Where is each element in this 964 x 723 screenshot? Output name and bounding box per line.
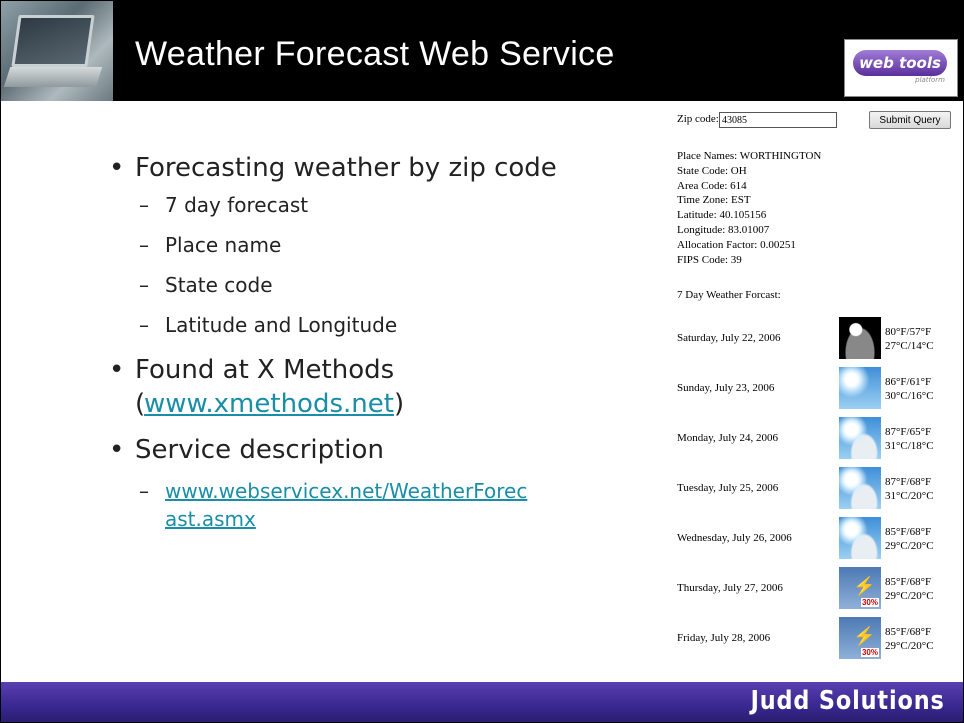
- sub-bullet: – Latitude and Longitude: [139, 313, 398, 337]
- sub-bullet-text: State code: [165, 273, 273, 297]
- forecast-day: Wednesday, July 26, 2006 85°F/68°F 29°C/2…: [677, 515, 959, 565]
- temp-c: 31°C/20°C: [885, 490, 934, 502]
- night-clear-icon: [839, 317, 881, 359]
- forecast-temps: 85°F/68°F 29°C/20°C: [885, 575, 934, 603]
- bullet-xmethods: Found at X Methods: [109, 353, 689, 387]
- close-paren: ): [393, 389, 405, 419]
- slide: Weather Forecast Web Service web tools p…: [0, 0, 964, 723]
- temp-c: 29°C/20°C: [885, 540, 934, 552]
- info-line: Longitude: 83.01007: [677, 223, 770, 236]
- logo-text: web tools: [853, 50, 947, 76]
- logo-subtext: platform: [915, 76, 945, 84]
- partly-cloudy-icon: [839, 417, 881, 459]
- slide-title: Weather Forecast Web Service: [135, 35, 615, 73]
- xmethods-link[interactable]: www.xmethods.net: [144, 389, 394, 419]
- forecast-temps: 87°F/68°F 31°C/20°C: [885, 475, 934, 503]
- forecast-date: Thursday, July 27, 2006: [677, 582, 783, 594]
- temp-c: 29°C/20°C: [885, 640, 934, 652]
- info-line: Area Code: 614: [677, 179, 747, 192]
- forecast-day: Friday, July 28, 2006 ⚡ 30% 85°F/68°F 29°C…: [677, 615, 959, 665]
- bullet-list: Forecasting weather by zip code –7 day f…: [109, 151, 689, 545]
- forecast-temps: 85°F/68°F 29°C/20°C: [885, 625, 934, 653]
- sub-bullet: –7 day forecast: [139, 193, 309, 217]
- temp-f: 87°F/68°F: [885, 476, 932, 488]
- info-line: FIPS Code: 39: [677, 253, 742, 266]
- partly-cloudy-icon: [839, 517, 881, 559]
- forecast-temps: 85°F/68°F 29°C/20°C: [885, 525, 934, 553]
- sub-bullet: – State code: [139, 273, 273, 297]
- bullet-service-description: Service description: [109, 433, 689, 467]
- open-paren: (: [135, 389, 146, 419]
- judd-solutions-logo: Judd Solutions: [750, 686, 945, 716]
- link-line-1[interactable]: www.webservicex.net/WeatherForec: [165, 479, 527, 503]
- info-line: State Code: OH: [677, 164, 747, 177]
- temp-f: 87°F/65°F: [885, 426, 932, 438]
- service-description-link[interactable]: www.webservicex.net/WeatherForec ast.asmx: [165, 479, 527, 531]
- forecast-date: Sunday, July 23, 2006: [677, 382, 775, 394]
- forecast-heading: 7 Day Weather Forcast:: [677, 289, 781, 301]
- sub-bullet: – Place name: [139, 233, 282, 257]
- forecast-date: Wednesday, July 26, 2006: [677, 532, 792, 544]
- forecast-temps: 87°F/65°F 31°C/18°C: [885, 425, 934, 453]
- temp-f: 86°F/61°F: [885, 376, 932, 388]
- temp-f: 80°F/57°F: [885, 326, 932, 338]
- laptop-image: [1, 1, 113, 101]
- forecast-day: Saturday, July 22, 2006 80°F/57°F 27°C/14…: [677, 315, 959, 365]
- forecast-date: Saturday, July 22, 2006: [677, 332, 781, 344]
- precip-percent: 30%: [860, 598, 879, 607]
- forecast-list: Saturday, July 22, 2006 80°F/57°F 27°C/14…: [677, 315, 959, 665]
- forecast-temps: 80°F/57°F 27°C/14°C: [885, 325, 934, 353]
- bullet-text: Found at X Methods: [135, 355, 395, 385]
- info-line: Latitude: 40.105156: [677, 209, 767, 222]
- place-info: Place Names: WORTHINGTON State Code: OH …: [677, 149, 821, 267]
- bullet-forecasting: Forecasting weather by zip code: [109, 151, 689, 185]
- temp-c: 30°C/16°C: [885, 390, 934, 402]
- forecast-day: Monday, July 24, 2006 87°F/65°F 31°C/18°C: [677, 415, 959, 465]
- forecast-day: Tuesday, July 25, 2006 87°F/68°F 31°C/20°…: [677, 465, 959, 515]
- zip-label: Zip code:: [677, 113, 719, 125]
- info-line: Place Names: WORTHINGTON: [677, 150, 822, 162]
- thunderstorm-icon: ⚡ 30%: [839, 567, 881, 609]
- temp-c: 27°C/14°C: [885, 340, 934, 352]
- bullet-xmethods-link-line: ( www.xmethods.net): [109, 387, 689, 421]
- sunny-icon: [839, 367, 881, 409]
- temp-c: 29°C/20°C: [885, 590, 934, 602]
- temp-f: 85°F/68°F: [885, 576, 932, 588]
- thunderstorm-icon: ⚡ 30%: [839, 617, 881, 659]
- temp-c: 31°C/18°C: [885, 440, 934, 452]
- forecast-date: Tuesday, July 25, 2006: [677, 482, 779, 494]
- forecast-day: Sunday, July 23, 2006 86°F/61°F 30°C/16°C: [677, 365, 959, 415]
- partly-cloudy-icon: [839, 467, 881, 509]
- info-line: Time Zone: EST: [677, 194, 751, 207]
- forecast-day: Thursday, July 27, 2006 ⚡ 30% 85°F/68°F 29…: [677, 565, 959, 615]
- forecast-date: Friday, July 28, 2006: [677, 632, 771, 644]
- link-line-2[interactable]: ast.asmx: [165, 507, 256, 531]
- temp-f: 85°F/68°F: [885, 526, 932, 538]
- sub-bullet-text: 7 day forecast: [165, 193, 309, 217]
- sub-bullet-text: Latitude and Longitude: [165, 313, 398, 337]
- forecast-date: Monday, July 24, 2006: [677, 432, 779, 444]
- temp-f: 85°F/68°F: [885, 626, 932, 638]
- sub-bullet-text: Place name: [165, 233, 282, 257]
- zip-input[interactable]: [719, 112, 837, 128]
- precip-percent: 30%: [860, 648, 879, 657]
- web-service-page: Zip code: Submit Query Place Names: WORT…: [669, 109, 959, 669]
- submit-query-button[interactable]: Submit Query: [869, 111, 951, 129]
- forecast-temps: 86°F/61°F 30°C/16°C: [885, 375, 934, 403]
- header-bar: Weather Forecast Web Service web tools p…: [1, 1, 963, 101]
- webtools-logo: web tools platform: [844, 39, 958, 97]
- sub-bullet-link: – www.webservicex.net/WeatherForec ast.as…: [139, 479, 528, 531]
- footer-bar: Judd Solutions: [1, 682, 963, 722]
- info-line: Allocation Factor: 0.00251: [677, 238, 796, 251]
